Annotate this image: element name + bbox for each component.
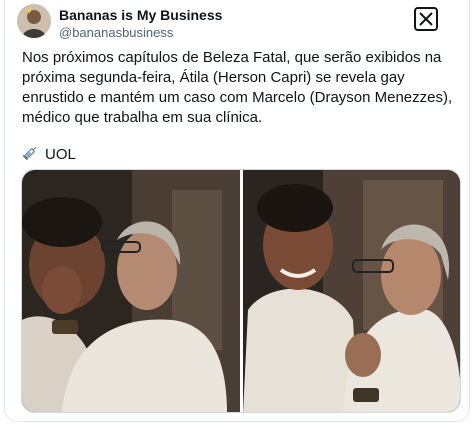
author-handle[interactable]: @bananasbusiness <box>59 25 173 40</box>
source-line: UOL <box>22 143 76 165</box>
source-label: UOL <box>45 145 76 163</box>
x-logo-icon[interactable] <box>414 7 438 31</box>
photo-left[interactable] <box>22 170 240 412</box>
tweet-text: Nos próximos capítulos de Beleza Fatal, … <box>22 49 453 126</box>
syringe-icon <box>22 143 40 165</box>
author-name[interactable]: Bananas is My Business <box>59 7 222 23</box>
media-grid[interactable] <box>21 169 461 413</box>
photo-right[interactable] <box>243 170 460 412</box>
tweet-card: Bananas is My Business @bananasbusiness … <box>4 0 470 422</box>
avatar[interactable] <box>17 4 51 38</box>
